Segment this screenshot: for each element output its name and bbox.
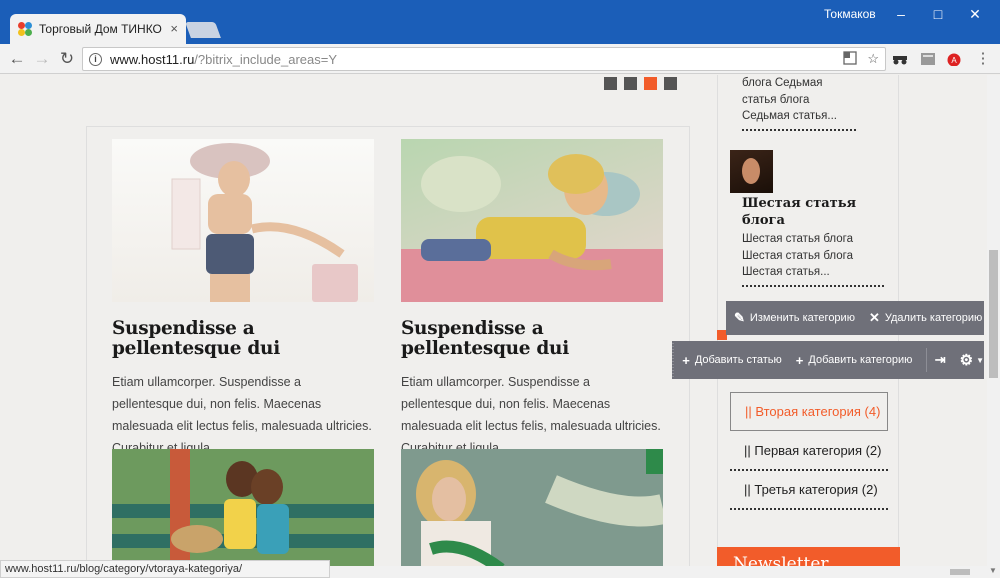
url-host: www.host11.ru	[110, 51, 195, 67]
delete-category-label: Удалить категорию	[884, 312, 983, 324]
forward-arrow-icon[interactable]: →	[31, 48, 53, 70]
slider-dot[interactable]	[604, 77, 617, 90]
reader-extension-icon[interactable]	[920, 52, 936, 66]
profile-name[interactable]: Токмаков	[824, 7, 876, 21]
post-image[interactable]	[401, 449, 663, 578]
plus-icon: +	[682, 352, 690, 368]
add-category-button[interactable]: + Добавить категорию	[796, 353, 913, 368]
delete-category-button[interactable]: ✕ Удалить категорию	[869, 310, 982, 326]
pencil-icon: ✎	[734, 310, 745, 325]
post-excerpt: Etiam ullamcorper. Suspendisse a pellent…	[401, 375, 661, 455]
prev-article-excerpt: блога Седьмая статья блога Седьмая стать…	[742, 75, 856, 131]
vertical-scrollbar[interactable]: ▼	[987, 75, 1000, 578]
post-image[interactable]	[401, 139, 663, 302]
category-link[interactable]: || Третья категория (2)	[730, 471, 888, 510]
scroll-thumb[interactable]	[989, 250, 998, 378]
article-excerpt: Шестая статья блога Шестая статья блога …	[742, 231, 884, 287]
status-bar: www.host11.ru/blog/category/vtoraya-kate…	[0, 560, 330, 578]
page-viewport: Suspendisse a pellentesque dui Etiam ull…	[0, 75, 987, 578]
add-content-panel: + Добавить статью + Добавить категорию ⇥…	[672, 341, 984, 379]
tab-title: Торговый Дом ТИНКО	[39, 22, 162, 36]
post-image[interactable]	[112, 139, 374, 302]
adblock-extension-icon[interactable]: A	[946, 52, 962, 66]
url-path: /?bitrix_include_areas=Y	[194, 51, 338, 67]
minimize-icon[interactable]: –	[888, 4, 914, 24]
reload-icon[interactable]: ↻	[56, 48, 78, 70]
horizontal-scrollbar[interactable]	[330, 566, 987, 578]
add-category-label: Добавить категорию	[808, 354, 913, 366]
scroll-down-arrow-icon[interactable]: ▼	[989, 566, 997, 575]
settings-gear-icon[interactable]: ⚙	[960, 351, 973, 369]
maximize-icon[interactable]: □	[925, 4, 951, 24]
post-excerpt: Etiam ullamcorper. Suspendisse a pellent…	[112, 375, 372, 455]
plus-icon: +	[795, 352, 804, 368]
new-tab-button[interactable]	[185, 22, 221, 38]
add-article-button[interactable]: + Добавить статью	[682, 353, 782, 368]
incognito-extension-icon[interactable]	[892, 52, 908, 66]
menu-dots-icon[interactable]: ⋮	[972, 48, 994, 70]
tab-close-icon[interactable]: ×	[170, 21, 178, 36]
bookmark-star-icon[interactable]: ☆	[867, 51, 879, 67]
browser-tab[interactable]: Торговый Дом ТИНКО ×	[10, 14, 186, 44]
slider-dot[interactable]	[664, 77, 677, 90]
edit-category-button[interactable]: ✎ Изменить категорию	[734, 310, 855, 326]
site-info-icon[interactable]: i	[89, 52, 102, 66]
slider-dot-active[interactable]	[644, 77, 657, 90]
post-card: Suspendisse a pellentesque dui Etiam ull…	[112, 139, 374, 459]
category-link-active[interactable]: || Вторая категория (4)	[730, 392, 888, 431]
translate-icon[interactable]	[843, 51, 857, 65]
close-icon: ✕	[868, 310, 880, 325]
post-title[interactable]: Suspendisse a pellentesque dui	[112, 319, 374, 359]
article-thumbnail[interactable]	[730, 150, 773, 193]
pin-icon[interactable]: ⇥	[935, 352, 946, 368]
edit-category-label: Изменить категорию	[749, 312, 855, 324]
browser-toolbar: ← → ↻ i www.host11.ru /?bitrix_include_a…	[0, 44, 1000, 74]
post-card: Suspendisse a pellentesque dui Etiam ull…	[401, 139, 663, 459]
post-title[interactable]: Suspendisse a pellentesque dui	[401, 319, 663, 359]
chevron-down-icon[interactable]: ▼	[976, 356, 984, 365]
address-bar[interactable]: i www.host11.ru /?bitrix_include_areas=Y…	[82, 47, 886, 71]
hscroll-thumb[interactable]	[950, 569, 970, 575]
category-edit-panel: ✎ Изменить категорию ✕ Удалить категорию	[726, 301, 984, 335]
window-titlebar: Торговый Дом ТИНКО × Токмаков – □ ✕	[0, 0, 1000, 44]
close-window-icon[interactable]: ✕	[962, 4, 988, 24]
slider-pagination	[604, 77, 677, 90]
back-arrow-icon[interactable]: ←	[6, 48, 28, 70]
site-favicon-icon	[18, 22, 32, 36]
add-article-label: Добавить статью	[694, 354, 782, 366]
drag-handle[interactable]	[672, 341, 675, 379]
category-link[interactable]: || Первая категория (2)	[730, 432, 888, 471]
slider-dot[interactable]	[624, 77, 637, 90]
article-title[interactable]: Шестая статья блога	[742, 195, 862, 229]
post-image[interactable]	[112, 449, 374, 578]
svg-text:A: A	[951, 56, 957, 65]
